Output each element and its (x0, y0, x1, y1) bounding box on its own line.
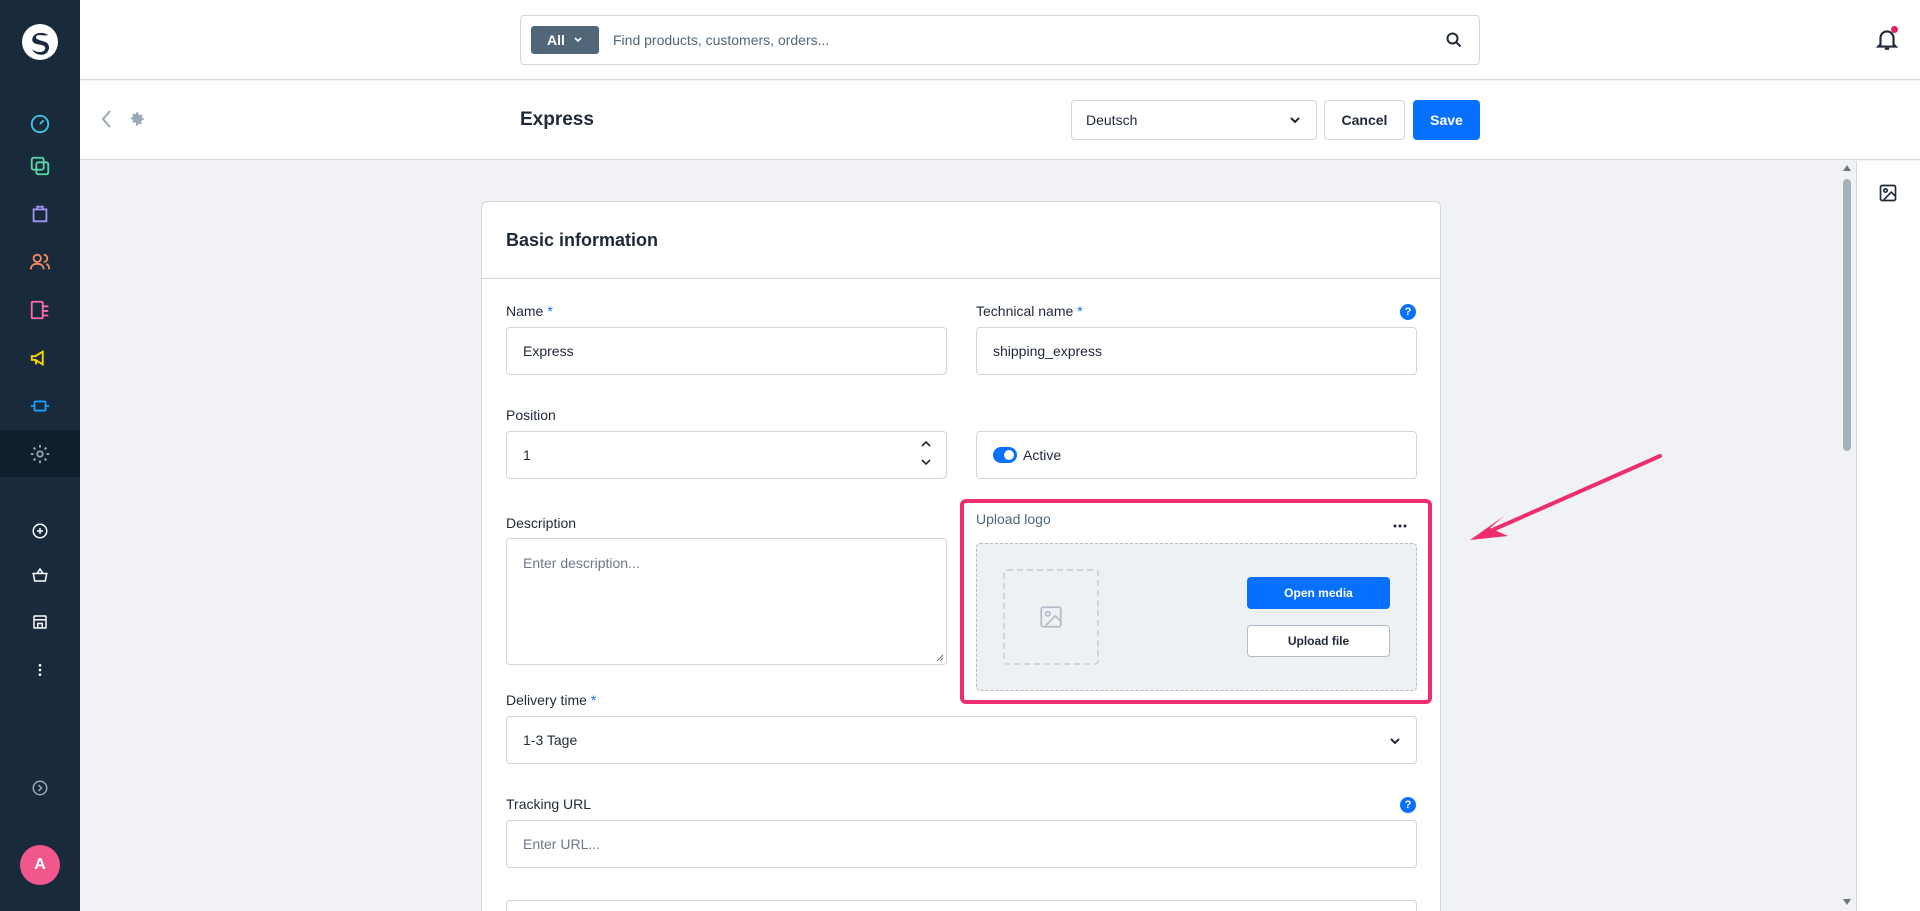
sidebar: A (0, 0, 80, 911)
sidebar-item-storefront[interactable] (0, 551, 80, 598)
technical-name-field[interactable]: shipping_express (976, 327, 1417, 375)
customers-icon (29, 253, 51, 269)
settings-icon (30, 444, 50, 463)
content-icon (30, 300, 49, 319)
avatar[interactable]: A (20, 845, 60, 885)
media-sidebar-button[interactable] (1878, 183, 1898, 208)
gear-icon (131, 112, 144, 126)
top-header: All (80, 0, 1920, 80)
tracking-url-placeholder: Enter URL... (523, 836, 601, 852)
cancel-button[interactable]: Cancel (1324, 100, 1405, 140)
card-divider (482, 278, 1440, 279)
search-button[interactable] (1429, 32, 1479, 48)
sidebar-item-dashboard[interactable] (0, 100, 80, 147)
shop-icon (33, 614, 47, 629)
sidebar-item-extensions[interactable] (0, 382, 80, 429)
add-sales-channel-icon (32, 523, 48, 538)
sidebar-right (1856, 161, 1920, 911)
position-label: Position (506, 407, 556, 423)
chevron-down-icon (1290, 117, 1300, 124)
delivery-time-label: Delivery time * (506, 692, 596, 708)
language-select-value: Deutsch (1086, 112, 1138, 128)
help-icon[interactable]: ? (1400, 797, 1416, 813)
storefront-icon (32, 567, 48, 582)
chevron-down-icon (1390, 738, 1400, 745)
highlight-box (960, 499, 1432, 704)
smart-bar: Express Deutsch Cancel Save (80, 81, 1920, 160)
language-select[interactable]: Deutsch (1071, 100, 1317, 140)
description-label: Description (506, 515, 577, 531)
required-marker: * (1077, 303, 1083, 319)
page-title: Express (520, 109, 594, 130)
marketing-icon (30, 349, 44, 366)
scroll-thumb[interactable] (1843, 179, 1851, 451)
active-label: Active (1023, 447, 1062, 463)
more-icon (38, 663, 42, 676)
name-label: Name * (506, 303, 553, 319)
sidebar-item-content[interactable] (0, 286, 80, 333)
search-icon (1446, 32, 1462, 48)
tracking-url-label: Tracking URL (506, 796, 592, 812)
expand-icon (32, 780, 48, 795)
back-button[interactable] (100, 109, 114, 134)
active-switch-field[interactable]: Active (976, 431, 1417, 479)
technical-name-label-text: Technical name (976, 303, 1074, 319)
dashboard-icon (30, 114, 50, 133)
sidebar-item-marketing[interactable] (0, 334, 80, 381)
image-icon (1879, 184, 1897, 202)
sidebar-item-shop[interactable] (0, 598, 80, 645)
delivery-time-select[interactable]: 1-3 Tage (506, 716, 1417, 764)
chevron-left-icon (101, 110, 111, 128)
technical-name-field-value: shipping_express (993, 343, 1102, 359)
scroll-up-arrow[interactable] (1843, 165, 1851, 171)
active-toggle[interactable] (993, 447, 1017, 463)
position-stepper[interactable] (920, 438, 932, 468)
orders-icon (32, 205, 48, 222)
module-settings-icon (128, 110, 146, 133)
chevron-down-icon[interactable] (920, 456, 932, 468)
position-field-value: 1 (523, 447, 531, 463)
sidebar-item-customers[interactable] (0, 238, 80, 285)
scrollbar[interactable] (1838, 161, 1856, 911)
notifications-button[interactable] (1874, 26, 1900, 52)
name-field-value: Express (523, 343, 574, 359)
chevron-down-icon (574, 37, 582, 43)
catalog-icon (30, 156, 50, 175)
save-button[interactable]: Save (1413, 100, 1480, 140)
chevron-up-icon[interactable] (920, 438, 932, 450)
sidebar-item-settings[interactable] (0, 430, 80, 477)
required-marker: * (547, 303, 553, 319)
description-textarea[interactable]: Enter description... (506, 538, 947, 665)
search-input[interactable] (613, 32, 1429, 48)
card-title: Basic information (506, 230, 659, 250)
search-type-label: All (547, 32, 565, 48)
sidebar-item-catalog[interactable] (0, 142, 80, 189)
delivery-time-value: 1-3 Tage (523, 732, 578, 748)
scroll-down-arrow[interactable] (1843, 899, 1851, 905)
position-field[interactable]: 1 (506, 431, 947, 479)
extensions-icon (30, 400, 50, 411)
sidebar-item-add-sales-channel[interactable] (0, 507, 80, 554)
notification-badge (1891, 26, 1898, 33)
delivery-time-label-text: Delivery time (506, 692, 587, 708)
technical-name-label: Technical name * (976, 303, 1083, 319)
name-label-text: Name (506, 303, 544, 319)
sidebar-collapse-toggle[interactable] (0, 764, 80, 811)
required-marker: * (590, 692, 597, 708)
annotation-arrow-icon (1470, 454, 1662, 540)
next-field[interactable] (506, 900, 1417, 911)
search-type-select[interactable]: All (531, 26, 599, 54)
sidebar-item-more[interactable] (0, 646, 80, 693)
name-field[interactable]: Express (506, 327, 947, 375)
sidebar-item-orders[interactable] (0, 190, 80, 237)
resize-handle-icon[interactable] (934, 652, 944, 662)
help-icon[interactable]: ? (1400, 304, 1416, 320)
shopware-logo-icon[interactable] (20, 22, 60, 62)
tracking-url-field[interactable]: Enter URL... (506, 820, 1417, 868)
global-search: All (520, 15, 1480, 65)
description-placeholder: Enter description... (523, 555, 640, 571)
